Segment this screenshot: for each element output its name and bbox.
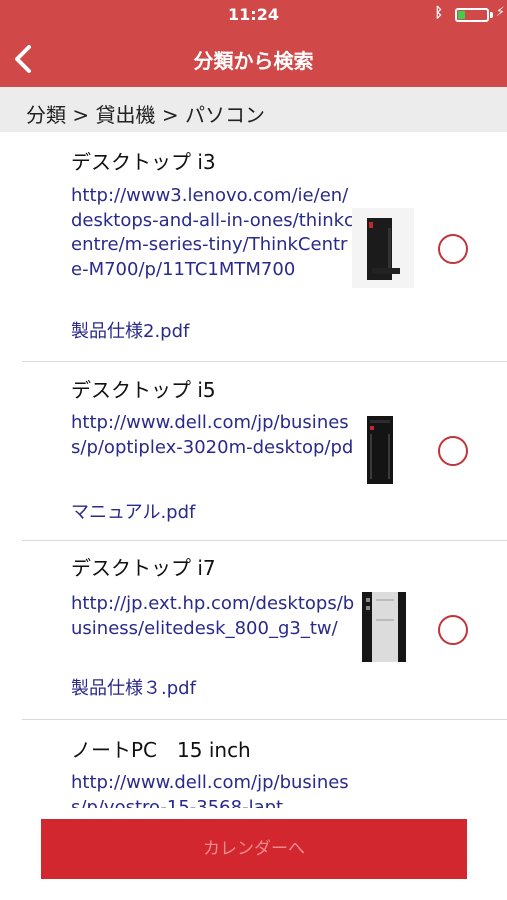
select-radio[interactable] [438,234,468,264]
nav-bar: 分類から検索 [0,30,507,87]
breadcrumb: 分類 > 貸出機 > パソコン [0,87,507,132]
item-url-link[interactable]: http://jp.ext.hp.com/desktops/business/e… [71,592,356,641]
product-image [367,416,393,484]
list-item[interactable]: デスクトップ i5 http://www.dell.com/jp/busines… [0,362,507,542]
calendar-button[interactable]: カレンダーへ [41,819,467,879]
item-title: ノートPC 15 inch [71,738,251,762]
item-pdf-link[interactable]: 製品仕様３.pdf [71,674,196,700]
list-item[interactable]: ノートPC 15 inch http://www.dell.com/jp/bus… [0,720,507,808]
item-title: デスクトップ i5 [71,378,216,402]
battery-icon [455,8,489,22]
page-title: 分類から検索 [193,49,314,73]
battery-level [458,11,465,19]
divider [22,540,507,541]
battery-tip [490,12,493,18]
breadcrumb-text: 分類 > 貸出機 > パソコン [26,103,265,127]
item-pdf-link[interactable]: 製品仕様2.pdf [71,317,189,343]
select-radio[interactable] [438,615,468,645]
status-bar: 11:24 ᛒ ⚡ [0,0,507,30]
product-image [362,592,406,662]
bolt-icon: ⚡ [495,5,505,20]
item-title: デスクトップ i7 [71,556,216,580]
list-item[interactable]: デスクトップ i3 http://www3.lenovo.com/ie/en/d… [0,132,507,362]
item-url-link[interactable]: http://www3.lenovo.com/ie/en/desktops-an… [71,184,356,282]
status-time: 11:24 [228,5,279,24]
select-radio[interactable] [438,436,468,466]
item-pdf-link[interactable]: マニュアル.pdf [71,498,195,524]
product-list[interactable]: デスクトップ i3 http://www3.lenovo.com/ie/en/d… [0,132,507,808]
list-item[interactable]: デスクトップ i7 http://jp.ext.hp.com/desktops/… [0,542,507,720]
item-url-link[interactable]: http://www.dell.com/jp/business/p/vostro… [71,771,356,808]
item-title: デスクトップ i3 [71,150,216,174]
product-image [352,208,414,288]
bluetooth-icon: ᛒ [434,5,443,21]
item-url-link[interactable]: http://www.dell.com/jp/business/p/optipl… [71,411,356,460]
